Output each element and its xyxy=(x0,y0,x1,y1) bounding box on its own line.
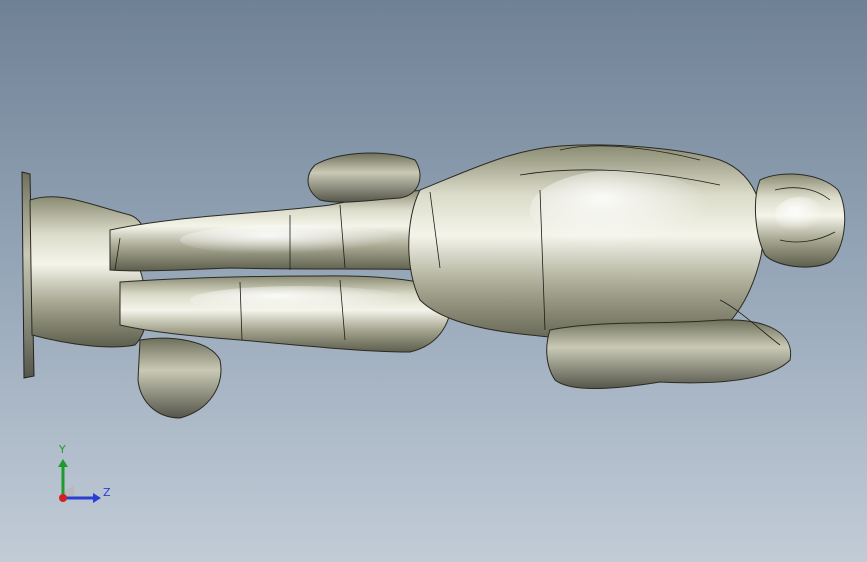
axis-triad xyxy=(58,459,101,503)
arm-lower xyxy=(137,337,222,419)
3d-viewport[interactable]: Y Z xyxy=(0,0,867,562)
z-axis-label: Z xyxy=(103,486,111,499)
y-axis-arrow xyxy=(58,459,68,467)
3d-model-figure[interactable] xyxy=(0,0,867,562)
arm-upper xyxy=(307,152,421,203)
y-axis-label: Y xyxy=(59,443,66,456)
x-axis-origin xyxy=(59,494,67,502)
x-axis-marker xyxy=(58,485,74,496)
z-axis-arrow xyxy=(93,493,101,503)
coat-drape xyxy=(546,319,792,389)
